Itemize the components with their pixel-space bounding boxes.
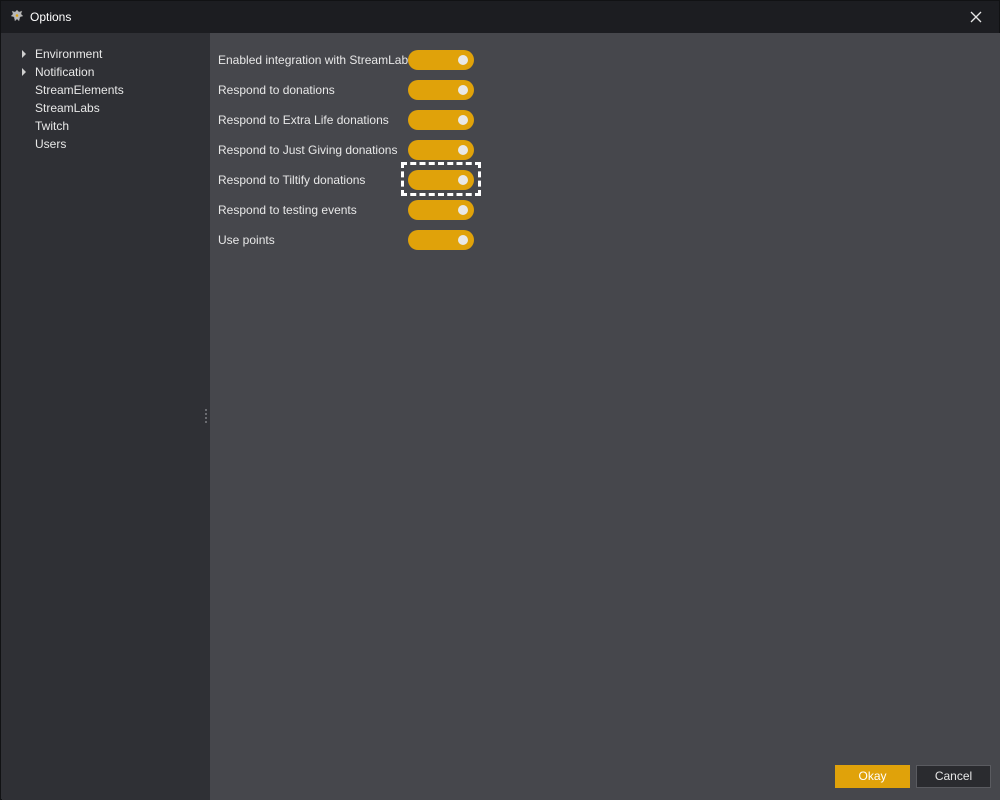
focus-indicator	[401, 162, 481, 196]
options-window: Options Environment Notification StreamE…	[0, 0, 1000, 800]
sidebar-item-label: Users	[35, 137, 67, 151]
toggle-knob	[458, 115, 468, 125]
just-giving-toggle[interactable]	[408, 140, 474, 160]
tiltify-toggle[interactable]	[401, 162, 481, 196]
close-button[interactable]	[953, 1, 999, 33]
dragon-emblem-icon	[10, 9, 24, 22]
setting-label: Respond to Tiltify donations	[218, 173, 366, 187]
toggle-knob	[458, 145, 468, 155]
setting-label: Respond to donations	[218, 83, 335, 97]
sidebar-item-label: Environment	[35, 47, 103, 61]
window-title: Options	[30, 10, 72, 24]
grip-handle-icon	[205, 409, 207, 423]
setting-label: Respond to Just Giving donations	[218, 143, 398, 157]
setting-row: Respond to Just Giving donations	[218, 138, 518, 162]
setting-row: Respond to Tiltify donations	[218, 162, 518, 196]
settings-panel: Enabled integration with StreamLabs Resp…	[210, 33, 1000, 800]
sidebar-item-twitch[interactable]: Twitch	[2, 117, 202, 135]
sidebar-item-label: Notification	[35, 65, 95, 79]
close-icon	[970, 11, 982, 23]
setting-row: Enabled integration with StreamLabs	[218, 48, 518, 72]
cancel-button[interactable]: Cancel	[916, 765, 991, 788]
sidebar-item-label: Twitch	[35, 119, 70, 133]
panel-splitter[interactable]	[202, 33, 210, 800]
sidebar-item-label: StreamElements	[35, 83, 124, 97]
setting-row: Respond to Extra Life donations	[218, 108, 518, 132]
sidebar-item-notification[interactable]: Notification	[2, 63, 202, 81]
use-points-toggle[interactable]	[408, 230, 474, 250]
sidebar-item-streamlabs[interactable]: StreamLabs	[2, 99, 202, 117]
sidebar-item-environment[interactable]: Environment	[2, 45, 202, 63]
title-bar[interactable]: Options	[1, 1, 999, 33]
sidebar-item-label: StreamLabs	[35, 101, 100, 115]
setting-label: Respond to Extra Life donations	[218, 113, 389, 127]
testing-events-toggle[interactable]	[408, 200, 474, 220]
extra-life-toggle[interactable]	[408, 110, 474, 130]
toggle-knob	[458, 205, 468, 215]
setting-row: Respond to testing events	[218, 198, 518, 222]
okay-button[interactable]: Okay	[835, 765, 910, 788]
expand-arrow-icon[interactable]	[22, 50, 26, 58]
sidebar-item-streamelements[interactable]: StreamElements	[2, 81, 202, 99]
sidebar-tree: Environment Notification StreamElements …	[2, 33, 202, 800]
sidebar-item-users[interactable]: Users	[2, 135, 202, 153]
setting-label: Use points	[218, 233, 275, 247]
toggle-knob	[458, 55, 468, 65]
setting-row: Use points	[218, 228, 518, 252]
toggle-knob	[458, 235, 468, 245]
toggle-knob	[458, 175, 468, 185]
setting-row: Respond to donations	[218, 78, 518, 102]
streamlabs-integration-toggle[interactable]	[408, 50, 474, 70]
setting-label: Enabled integration with StreamLabs	[218, 53, 415, 67]
expand-arrow-icon[interactable]	[22, 68, 26, 76]
toggle-knob	[458, 85, 468, 95]
donations-toggle[interactable]	[408, 80, 474, 100]
setting-label: Respond to testing events	[218, 203, 357, 217]
